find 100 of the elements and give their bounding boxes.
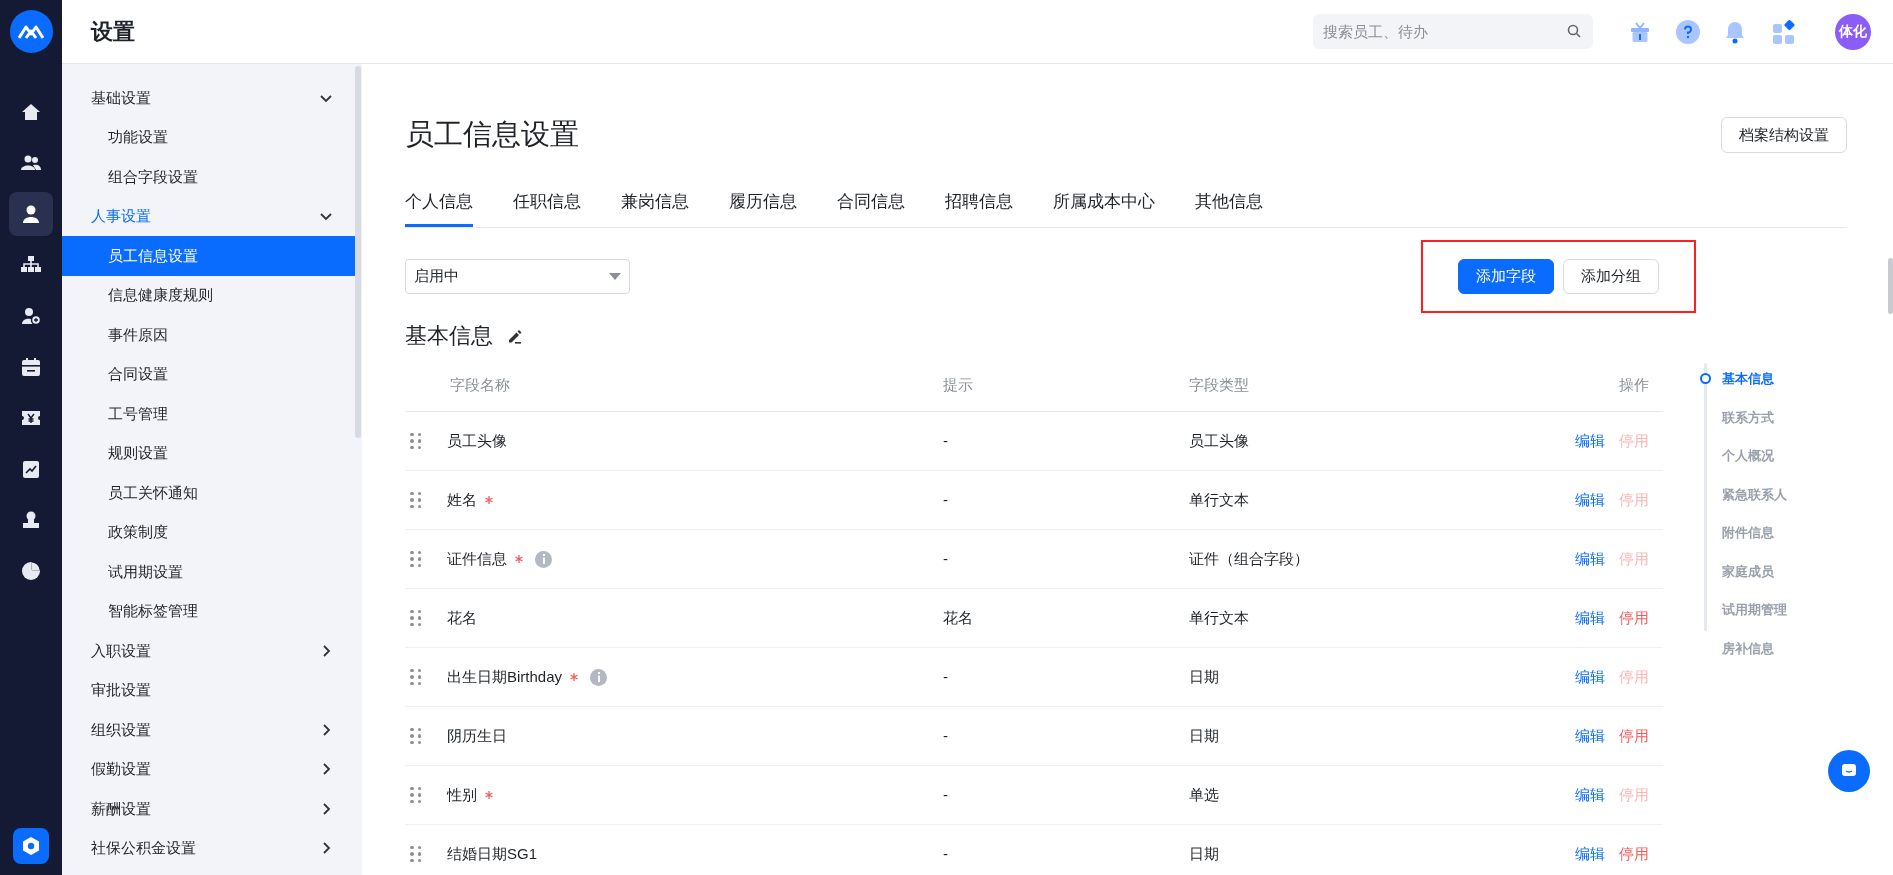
table-cell-text: - <box>943 548 949 569</box>
help-icon[interactable] <box>1676 19 1700 44</box>
sidebar-item[interactable]: 合同设置 <box>62 354 355 394</box>
search-icon <box>1567 24 1581 38</box>
person-icon <box>21 204 41 224</box>
add-field-button[interactable]: 添加字段 <box>1458 259 1554 294</box>
field-name: 姓名 <box>447 489 477 510</box>
sidebar-item[interactable]: 信息健康度规则 <box>62 275 355 315</box>
table-cell-text: 日期 <box>1189 666 1220 687</box>
sidebar-item[interactable]: 规则设置 <box>62 433 355 473</box>
table-cell-text: 单行文本 <box>1189 607 1250 628</box>
drag-handle-icon[interactable] <box>410 786 421 804</box>
table-cell-text: 证件（组合字段） <box>1189 548 1310 569</box>
sidebar-group[interactable]: 人事设置 <box>62 196 355 236</box>
calendar-icon <box>21 357 41 377</box>
chart-icon <box>21 459 41 479</box>
edit-link[interactable]: 编辑 <box>1575 783 1605 807</box>
sidebar-group[interactable]: 社保公积金设置 <box>62 828 355 868</box>
anchor-link[interactable]: 基本信息 <box>1722 369 1774 389</box>
chat-button[interactable] <box>1828 750 1870 792</box>
edit-link[interactable]: 编辑 <box>1575 488 1605 512</box>
gift-icon[interactable] <box>1629 20 1651 43</box>
column-header: 操作 <box>1618 375 1650 396</box>
apps-icon[interactable] <box>1772 19 1796 44</box>
tab[interactable]: 所属成本中心 <box>1053 188 1155 227</box>
bell-icon[interactable] <box>1724 19 1746 44</box>
sidebar-scrollbar[interactable] <box>355 66 361 438</box>
status-select[interactable]: 启用中 <box>405 259 630 294</box>
sidebar-item[interactable]: 智能标签管理 <box>62 591 355 631</box>
sidebar-item[interactable]: 事件原因 <box>62 315 355 355</box>
sidebar-item[interactable]: 组合字段设置 <box>62 157 355 197</box>
search-field[interactable]: 搜索员工、待办 <box>1313 14 1593 49</box>
page-title: 员工信息设置 <box>405 117 579 152</box>
tab[interactable]: 兼岗信息 <box>621 188 689 227</box>
sidebar-group[interactable]: 基础设置 <box>62 78 355 118</box>
rail-button[interactable] <box>9 192 53 236</box>
table-cell-text: 花名 <box>943 607 974 628</box>
tab[interactable]: 履历信息 <box>729 188 797 227</box>
caret-icon <box>609 273 621 280</box>
table-cell-text: - <box>943 666 949 687</box>
person-stamp-icon <box>21 510 41 530</box>
field-name: 证件信息 <box>447 548 507 569</box>
field-name: 结婚日期SG1 <box>447 843 537 864</box>
chat-icon <box>1841 763 1857 779</box>
sidebar-item[interactable]: 员工信息设置 <box>62 236 355 276</box>
drag-handle-icon[interactable] <box>410 727 421 745</box>
table-cell-text: 单选 <box>1189 784 1220 805</box>
add-group-button[interactable]: 添加分组 <box>1563 259 1659 294</box>
table-cell-text: 单行文本 <box>1189 489 1250 510</box>
sidebar-group[interactable]: 假勤设置 <box>62 749 355 789</box>
edit-link[interactable]: 编辑 <box>1575 547 1605 571</box>
yen-ticket-icon <box>21 408 41 428</box>
tab[interactable]: 招聘信息 <box>945 188 1013 227</box>
table-cell-text: - <box>943 784 949 805</box>
tab[interactable]: 任职信息 <box>513 188 581 227</box>
sidebar-group[interactable]: 入职设置 <box>62 631 355 671</box>
sidebar-group[interactable]: 组织设置 <box>62 710 355 750</box>
drag-handle-icon[interactable] <box>410 668 421 686</box>
edit-icon[interactable] <box>507 327 523 344</box>
people-icon <box>21 153 41 173</box>
page-header-title: 设置 <box>91 18 135 46</box>
table-cell-text: 日期 <box>1189 725 1220 746</box>
edit-link[interactable]: 编辑 <box>1575 665 1605 689</box>
edit-link[interactable]: 编辑 <box>1575 842 1605 866</box>
column-header: 提示 <box>943 375 974 396</box>
section-title: 基本信息 <box>405 322 493 350</box>
sidebar-item[interactable]: 员工关怀通知 <box>62 473 355 513</box>
sidebar-item[interactable]: 功能设置 <box>62 117 355 157</box>
table-cell-text: - <box>943 843 949 864</box>
field-name: 阴历生日 <box>447 725 507 746</box>
sidebar-item[interactable]: 试用期设置 <box>62 552 355 592</box>
structure-settings-button[interactable]: 档案结构设置 <box>1721 116 1847 153</box>
person-add-icon <box>21 306 41 326</box>
field-name: 性别 <box>447 784 477 805</box>
column-header: 字段名称 <box>449 375 511 396</box>
table-cell-text: 日期 <box>1189 843 1220 864</box>
org-chart-icon <box>21 255 41 275</box>
sidebar-group[interactable]: 审批设置 <box>62 670 355 710</box>
drag-handle-icon[interactable] <box>410 491 421 509</box>
drag-handle-icon[interactable] <box>410 845 421 863</box>
settings-button[interactable] <box>13 828 49 864</box>
sidebar-item[interactable]: 政策制度 <box>62 512 355 552</box>
edit-link[interactable]: 编辑 <box>1575 724 1605 748</box>
user-avatar[interactable]: 体化 <box>1835 13 1871 50</box>
sidebar-group[interactable]: 薪酬设置 <box>62 789 355 829</box>
drag-handle-icon[interactable] <box>410 550 421 568</box>
drag-handle-icon[interactable] <box>410 432 421 450</box>
tab[interactable]: 合同信息 <box>837 188 905 227</box>
edit-link[interactable]: 编辑 <box>1575 429 1605 453</box>
table-cell-text: - <box>943 725 949 746</box>
tab[interactable]: 其他信息 <box>1195 188 1263 227</box>
pie-chart-icon <box>21 561 41 581</box>
table-cell-text: 员工头像 <box>1189 430 1250 451</box>
sidebar-item[interactable]: 工号管理 <box>62 394 355 434</box>
window-scrollbar[interactable] <box>1888 258 1893 314</box>
home-icon <box>21 102 41 122</box>
drag-handle-icon[interactable] <box>410 609 421 627</box>
edit-link[interactable]: 编辑 <box>1575 606 1605 630</box>
app-logo[interactable] <box>9 10 53 53</box>
tab[interactable]: 个人信息 <box>405 188 473 227</box>
